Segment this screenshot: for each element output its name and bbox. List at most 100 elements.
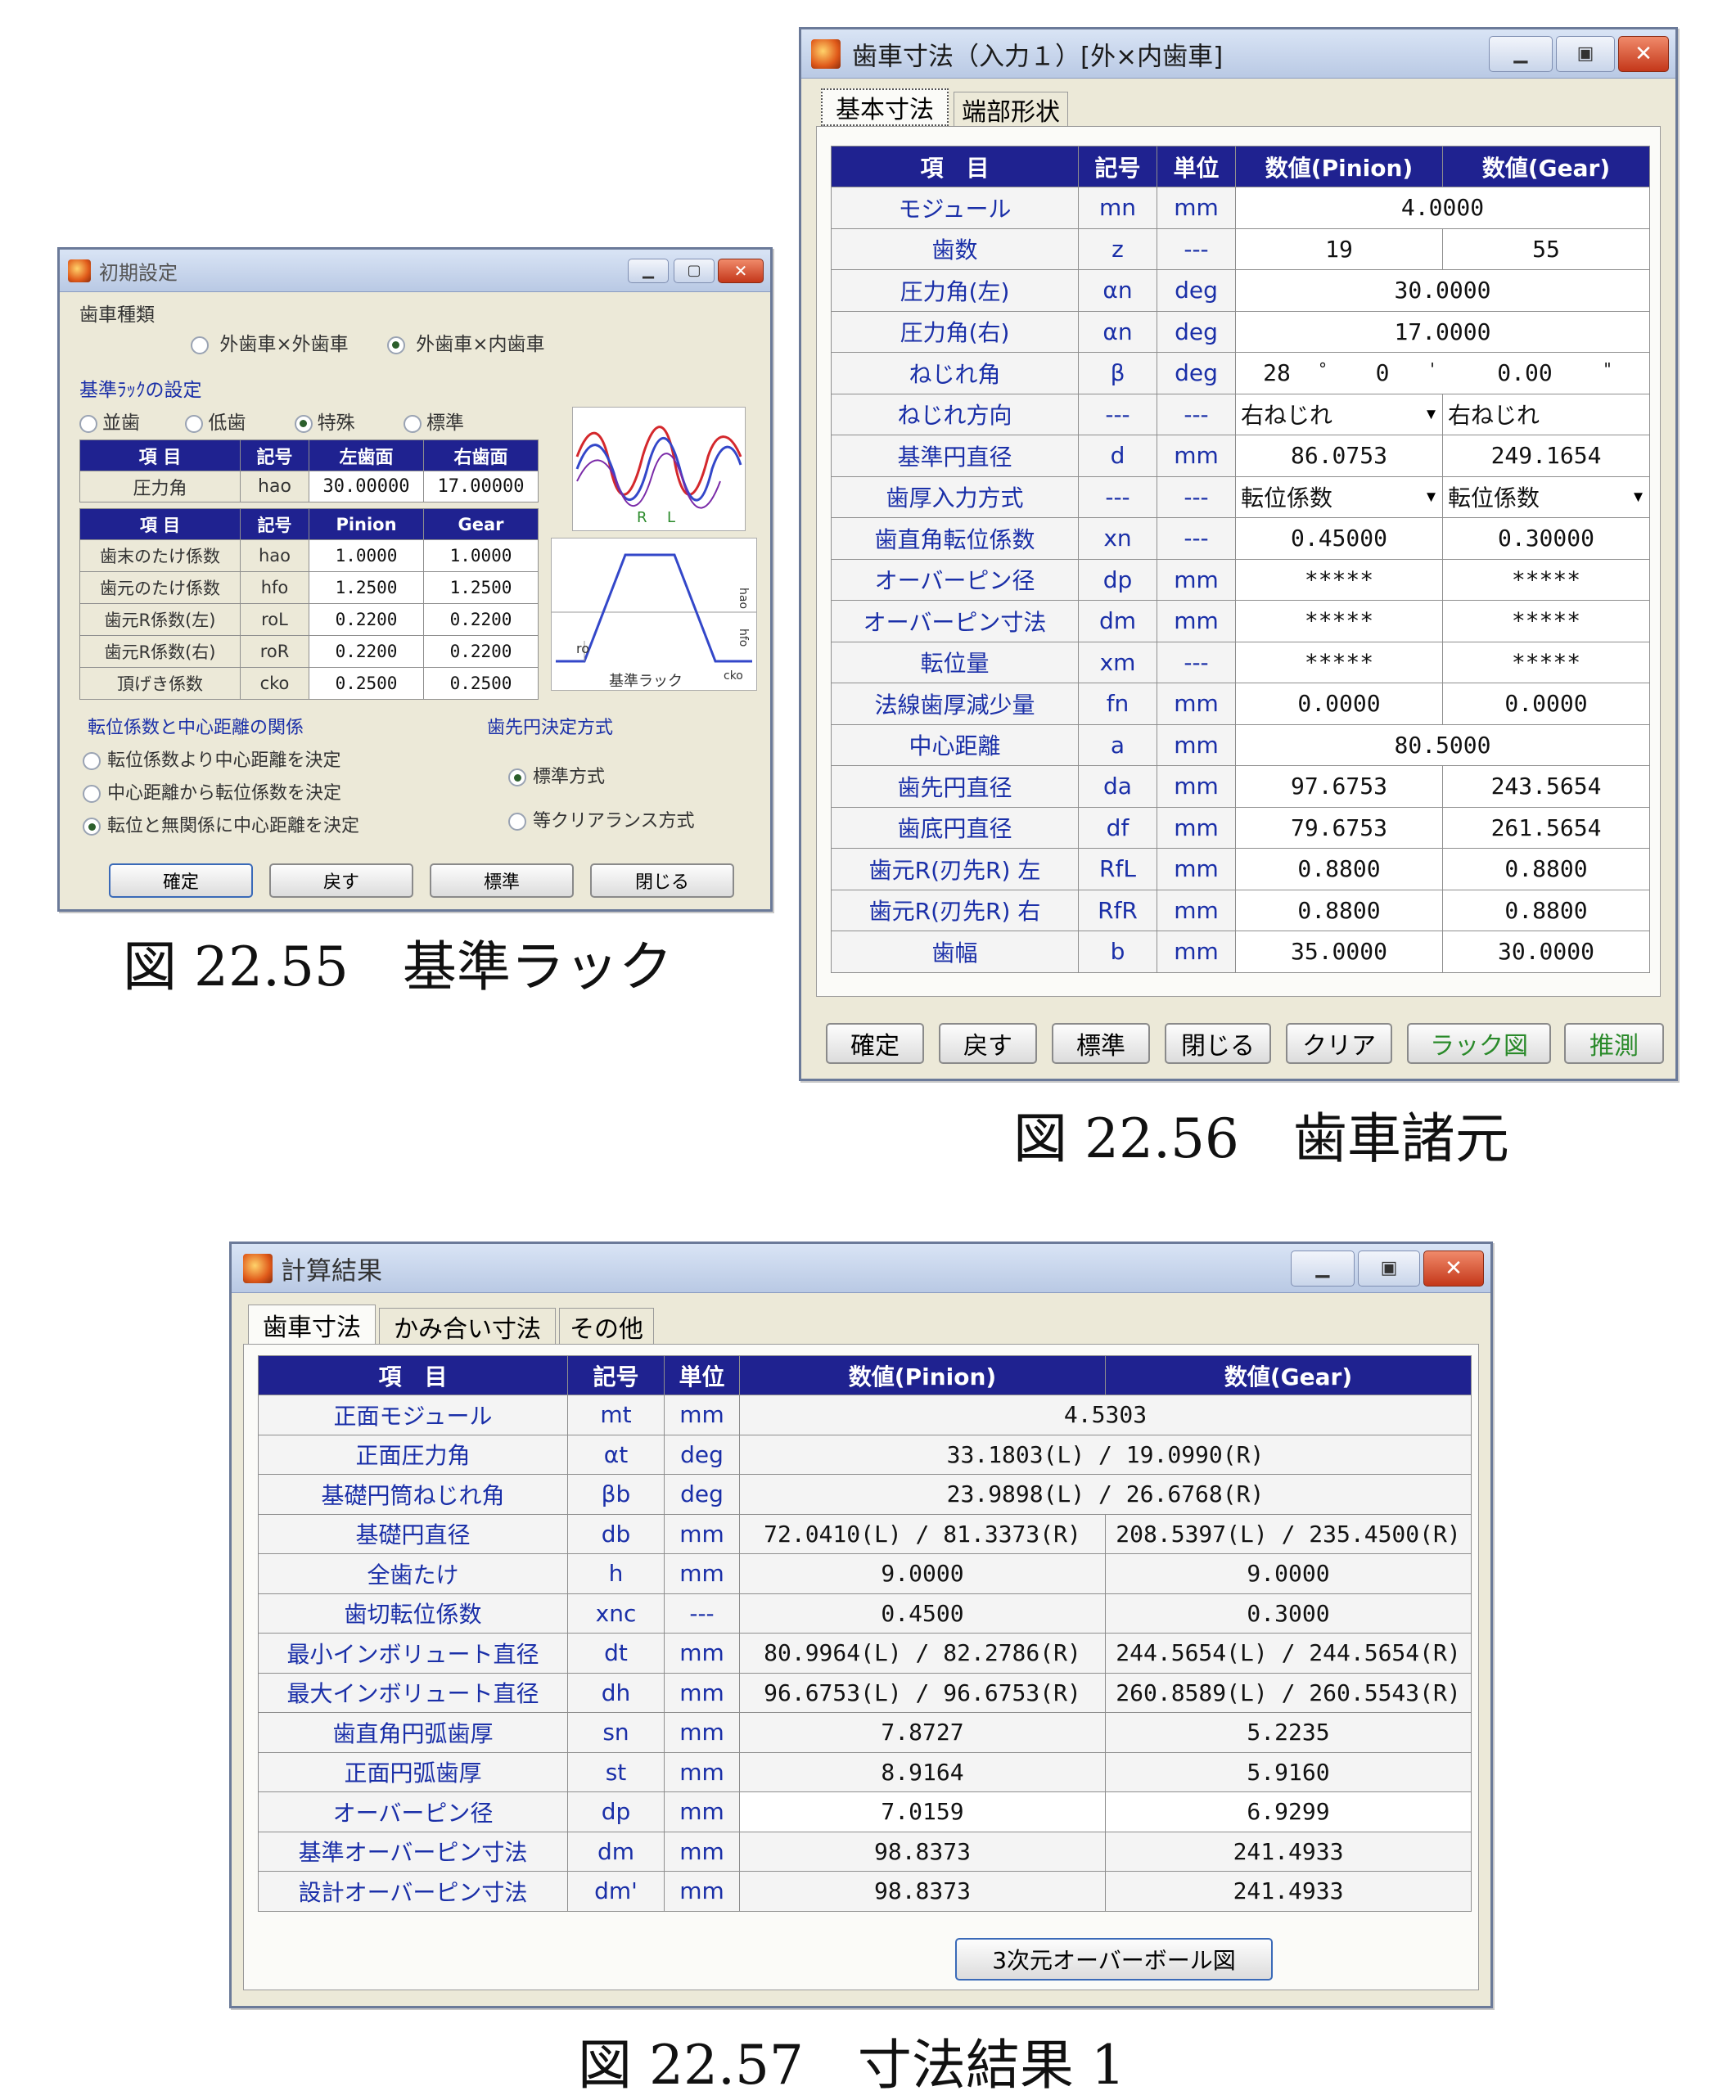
clear-button[interactable]: クリア (1286, 1023, 1392, 1064)
gear-value[interactable]: ***** (1442, 641, 1650, 683)
radio-rack-1[interactable] (185, 414, 204, 433)
table-row: モジュール mn mm 4.0000 (831, 187, 1650, 229)
value-cell[interactable]: 17.0000 (1235, 310, 1650, 353)
close-button[interactable]: 閉じる (1165, 1023, 1271, 1064)
angle-part-1[interactable]: 0 (1337, 359, 1427, 386)
radio-tip-0[interactable] (508, 768, 526, 786)
angle-part-2[interactable]: 0.00 (1447, 359, 1603, 386)
radio-tip-1[interactable] (508, 813, 526, 831)
pinion-value: 7.8727 (739, 1712, 1106, 1753)
value-cell[interactable]: 1.2500 (423, 571, 539, 604)
value-cell[interactable]: 0.2200 (309, 603, 424, 636)
maximize-icon[interactable]: ▣ (1358, 1250, 1420, 1287)
gear-value[interactable]: 30.0000 (1442, 931, 1650, 973)
tip-circle-label: 歯先円決定方式 (487, 718, 614, 738)
rack-coefficient-table: 項 目 記号 Pinion Gear 歯末のたけ係数 hao 1.0000 1.… (79, 508, 539, 700)
tab-mesh-dimensions[interactable]: かみ合い寸法 (379, 1308, 556, 1344)
chevron-down-icon[interactable]: ▾ (1634, 487, 1643, 507)
gear-value[interactable]: 55 (1442, 228, 1650, 270)
radio-rack-2[interactable] (294, 414, 313, 433)
tab-other[interactable]: その他 (559, 1308, 654, 1344)
confirm-button[interactable]: 確定 (109, 863, 253, 898)
radio-ext-int[interactable] (386, 336, 405, 354)
radio-rack-0[interactable] (79, 414, 97, 433)
gear-value: 9.0000 (1105, 1553, 1472, 1594)
minimize-icon[interactable]: ▁ (1489, 35, 1553, 72)
value-cell[interactable]: 30.00000 (309, 471, 424, 502)
item-label: 正面円弧歯厚 (258, 1751, 568, 1792)
symbol-cell: xm (1078, 641, 1157, 683)
tab-basic-dimensions[interactable]: 基本寸法 (821, 88, 949, 126)
pinion-value[interactable]: 35.0000 (1235, 931, 1443, 973)
pinion-value[interactable]: 0.45000 (1235, 517, 1443, 560)
value-cell[interactable]: 0.2200 (423, 603, 539, 636)
radio-rack-3[interactable] (403, 414, 422, 433)
pinion-value[interactable]: ***** (1235, 600, 1443, 642)
pinion-value[interactable]: 79.6753 (1235, 806, 1443, 849)
pinion-value[interactable]: ***** (1235, 558, 1443, 601)
value-cell[interactable]: 80.5000 (1235, 723, 1650, 766)
pinion-dropdown[interactable]: 右ねじれ ▾ (1235, 393, 1443, 435)
radio-label: 転位係数より中心距離を決定 (107, 750, 341, 771)
radio-ext-ext[interactable] (191, 336, 209, 354)
close-icon[interactable]: ✕ (1618, 35, 1669, 72)
radio-relation-0[interactable] (83, 752, 101, 770)
value-cell[interactable]: 1.2500 (309, 571, 424, 604)
gear-value[interactable]: 0.0000 (1442, 683, 1650, 725)
angle-input[interactable]: 28 ° 0 ' 0.00 " (1235, 352, 1650, 394)
value-cell[interactable]: 1.0000 (309, 539, 424, 572)
maximize-icon[interactable]: ▣ (1556, 35, 1615, 72)
radio-relation-1[interactable] (83, 785, 101, 803)
gear-value[interactable]: 243.5654 (1442, 765, 1650, 808)
pinion-value[interactable]: 0.8800 (1235, 848, 1443, 890)
pinion-value[interactable]: ***** (1235, 641, 1443, 683)
rack-diagram-button[interactable]: ラック図 (1407, 1023, 1551, 1064)
tab-gear-dimensions[interactable]: 歯車寸法 (248, 1305, 376, 1344)
pinion-value[interactable]: 97.6753 (1235, 765, 1443, 808)
confirm-button[interactable]: 確定 (826, 1023, 924, 1064)
radio-relation-2[interactable] (83, 818, 101, 836)
gear-value[interactable]: 261.5654 (1442, 806, 1650, 849)
3d-over-ball-button[interactable]: 3次元オーバーボール図 (955, 1938, 1273, 1981)
close-icon[interactable]: ✕ (718, 258, 764, 283)
col-header: 項 目 (258, 1355, 568, 1395)
revert-button[interactable]: 戻す (939, 1023, 1037, 1064)
close-button[interactable]: 閉じる (590, 863, 734, 898)
gear-value[interactable]: ***** (1442, 558, 1650, 601)
tab-end-shape[interactable]: 端部形状 (954, 92, 1068, 127)
pinion-value[interactable]: 0.8800 (1235, 889, 1443, 931)
chevron-down-icon[interactable]: ▾ (1427, 487, 1436, 507)
value-cell[interactable]: 17.00000 (423, 471, 539, 502)
gear-value[interactable]: 249.1654 (1442, 435, 1650, 477)
value-cell[interactable]: 1.0000 (423, 539, 539, 572)
value-cell[interactable]: 右ねじれ (1442, 393, 1650, 435)
symbol-cell: mn (1078, 187, 1157, 229)
pinion-value[interactable]: 0.0000 (1235, 683, 1443, 725)
gear-value[interactable]: 0.8800 (1442, 848, 1650, 890)
value-cell[interactable]: 0.2500 (309, 667, 424, 700)
gear-value[interactable]: 0.30000 (1442, 517, 1650, 560)
maximize-icon[interactable]: ▢ (674, 258, 715, 283)
pinion-dropdown[interactable]: 転位係数 ▾ (1235, 475, 1443, 518)
minimize-icon[interactable]: ▁ (1291, 1250, 1355, 1287)
symbol-cell: hao (240, 471, 309, 502)
pinion-value[interactable]: 19 (1235, 228, 1443, 270)
value-cell[interactable]: 4.0000 (1235, 187, 1650, 229)
gear-dropdown[interactable]: 転位係数 ▾ (1442, 475, 1650, 518)
estimate-button[interactable]: 推測 (1564, 1023, 1664, 1064)
minimize-icon[interactable]: ▁ (628, 258, 669, 283)
value-cell[interactable]: 0.2200 (309, 635, 424, 668)
value-cell[interactable]: 30.0000 (1235, 269, 1650, 312)
gear-value[interactable]: 0.8800 (1442, 889, 1650, 931)
gear-value[interactable]: ***** (1442, 600, 1650, 642)
chevron-down-icon[interactable]: ▾ (1427, 404, 1436, 425)
item-label: オーバーピン寸法 (831, 600, 1079, 642)
standard-button[interactable]: 標準 (1052, 1023, 1150, 1064)
close-icon[interactable]: ✕ (1423, 1250, 1484, 1287)
pinion-value[interactable]: 86.0753 (1235, 435, 1443, 477)
standard-button[interactable]: 標準 (430, 863, 574, 898)
angle-part-0[interactable]: 28 (1237, 359, 1319, 386)
value-cell[interactable]: 0.2500 (423, 667, 539, 700)
value-cell[interactable]: 0.2200 (423, 635, 539, 668)
revert-button[interactable]: 戻す (269, 863, 413, 898)
